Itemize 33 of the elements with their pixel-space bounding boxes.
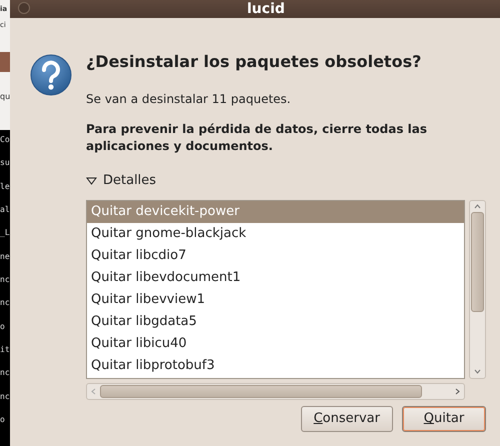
horizontal-scrollbar[interactable]: [86, 382, 465, 400]
terminal-text: nc: [0, 367, 10, 380]
package-row[interactable]: Quitar libevdocument1: [87, 266, 464, 288]
terminal-text: nc: [0, 274, 10, 286]
keep-button[interactable]: Conservar: [300, 406, 393, 432]
package-row[interactable]: Quitar libicu40: [87, 332, 464, 354]
details-expander[interactable]: Detalles: [86, 171, 156, 190]
background-text: qu: [0, 92, 10, 101]
package-row[interactable]: Quitar libevview1: [87, 288, 464, 310]
terminal-text: o: [0, 320, 6, 333]
terminal-text: o: [0, 414, 6, 426]
quit-button[interactable]: Quitar: [402, 406, 486, 432]
terminal-text: nc: [0, 390, 10, 403]
terminal-text: it: [0, 344, 10, 356]
terminal-text: le: [0, 180, 10, 193]
terminal-text: ne: [0, 250, 10, 263]
package-row[interactable]: Quitar libgdata5: [87, 310, 464, 332]
dialog-heading: ¿Desinstalar los paquetes obsoletos?: [86, 52, 422, 72]
terminal-text: Co: [0, 134, 10, 146]
package-row[interactable]: Quitar libcdio7: [87, 244, 464, 266]
terminal-text: su: [0, 157, 10, 170]
vertical-scrollbar[interactable]: [469, 200, 486, 378]
package-row[interactable]: Quitar libprotobuf3: [87, 354, 464, 376]
window-title: lucid: [247, 1, 285, 17]
terminal-text: nc: [0, 297, 10, 310]
terminal-text: _L: [0, 227, 10, 240]
triangle-icon: [86, 176, 97, 185]
question-icon: [30, 54, 72, 96]
warning-text: Para prevenir la pérdida de datos, cierre todas las aplicaciones y documentos.: [86, 121, 428, 155]
dialog-message: Se van a desinstalar 11 paquetes.: [86, 91, 292, 107]
package-row[interactable]: Quitar gnome-blackjack: [87, 222, 464, 244]
window-button-icon[interactable]: [18, 2, 30, 14]
terminal-text: al: [0, 204, 10, 216]
